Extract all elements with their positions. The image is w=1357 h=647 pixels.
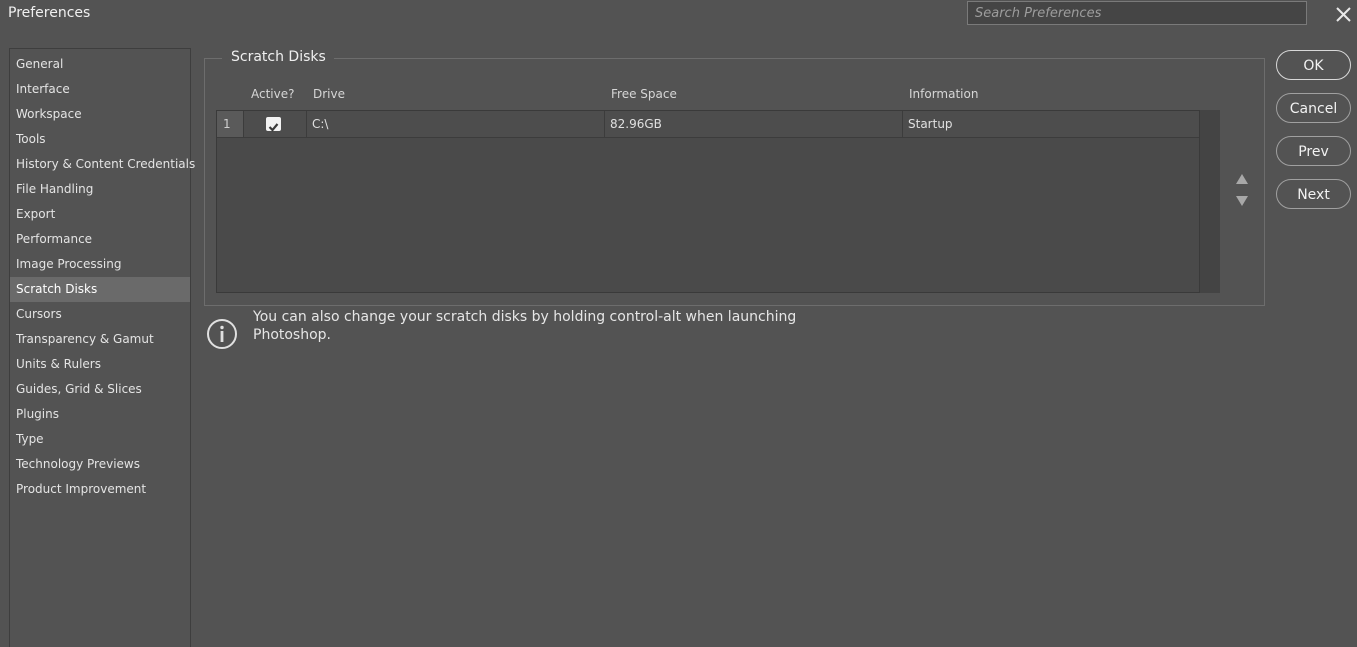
free-space-cell: 82.96GB <box>605 111 903 137</box>
sidebar-item-transparency-gamut[interactable]: Transparency & Gamut <box>10 327 190 352</box>
sidebar-item-image-processing[interactable]: Image Processing <box>10 252 190 277</box>
column-header-drive: Drive <box>313 87 345 101</box>
sidebar-item-type[interactable]: Type <box>10 427 190 452</box>
move-down-button[interactable] <box>1234 193 1250 207</box>
info-message: You can also change your scratch disks b… <box>253 309 797 343</box>
sidebar-item-plugins[interactable]: Plugins <box>10 402 190 427</box>
move-up-button[interactable] <box>1234 171 1250 185</box>
sidebar-item-units-rulers[interactable]: Units & Rulers <box>10 352 190 377</box>
row-index: 1 <box>217 111 244 137</box>
sidebar-item-history-content-credentials[interactable]: History & Content Credentials <box>10 152 195 177</box>
sidebar-item-general[interactable]: General <box>10 52 190 77</box>
table-row[interactable]: 1 C:\ 82.96GB Startup <box>217 111 1199 138</box>
sidebar-item-tools[interactable]: Tools <box>10 127 190 152</box>
window-title: Preferences <box>8 5 91 21</box>
active-checkbox[interactable] <box>266 117 281 132</box>
sidebar-item-scratch-disks[interactable]: Scratch Disks <box>10 277 190 302</box>
column-header-free-space: Free Space <box>611 87 677 101</box>
sidebar-item-guides-grid-slices[interactable]: Guides, Grid & Slices <box>10 377 190 402</box>
next-button[interactable]: Next <box>1276 179 1351 209</box>
arrow-down-icon <box>1236 196 1248 206</box>
sidebar-item-file-handling[interactable]: File Handling <box>10 177 190 202</box>
column-header-active: Active? <box>251 87 295 101</box>
scratch-disks-table: 1 C:\ 82.96GB Startup <box>216 110 1200 293</box>
sidebar-item-interface[interactable]: Interface <box>10 77 190 102</box>
preferences-sidebar: General Interface Workspace Tools Histor… <box>9 48 195 647</box>
info-icon <box>206 318 238 350</box>
sidebar-item-performance[interactable]: Performance <box>10 227 190 252</box>
active-cell <box>244 111 307 137</box>
table-scrollbar[interactable] <box>1200 110 1220 293</box>
cancel-button[interactable]: Cancel <box>1276 93 1351 123</box>
search-preferences-input[interactable] <box>967 1 1307 25</box>
title-bar: Preferences <box>0 0 1357 28</box>
sidebar-item-technology-previews[interactable]: Technology Previews <box>10 452 190 477</box>
scratch-disks-group-title: Scratch Disks <box>222 49 334 65</box>
information-cell: Startup <box>908 117 953 131</box>
preferences-dialog: Preferences General Interface Workspace … <box>0 0 1357 647</box>
ok-button[interactable]: OK <box>1276 50 1351 80</box>
column-header-information: Information <box>909 87 979 101</box>
prev-button[interactable]: Prev <box>1276 136 1351 166</box>
sidebar-item-cursors[interactable]: Cursors <box>10 302 190 327</box>
close-button[interactable] <box>1331 2 1355 26</box>
arrow-up-icon <box>1236 174 1248 184</box>
close-icon <box>1336 7 1351 22</box>
sidebar-item-export[interactable]: Export <box>10 202 190 227</box>
checkmark-icon <box>268 123 279 132</box>
sidebar-item-workspace[interactable]: Workspace <box>10 102 190 127</box>
sidebar-item-product-improvement[interactable]: Product Improvement <box>10 477 190 502</box>
drive-cell: C:\ <box>307 111 605 137</box>
